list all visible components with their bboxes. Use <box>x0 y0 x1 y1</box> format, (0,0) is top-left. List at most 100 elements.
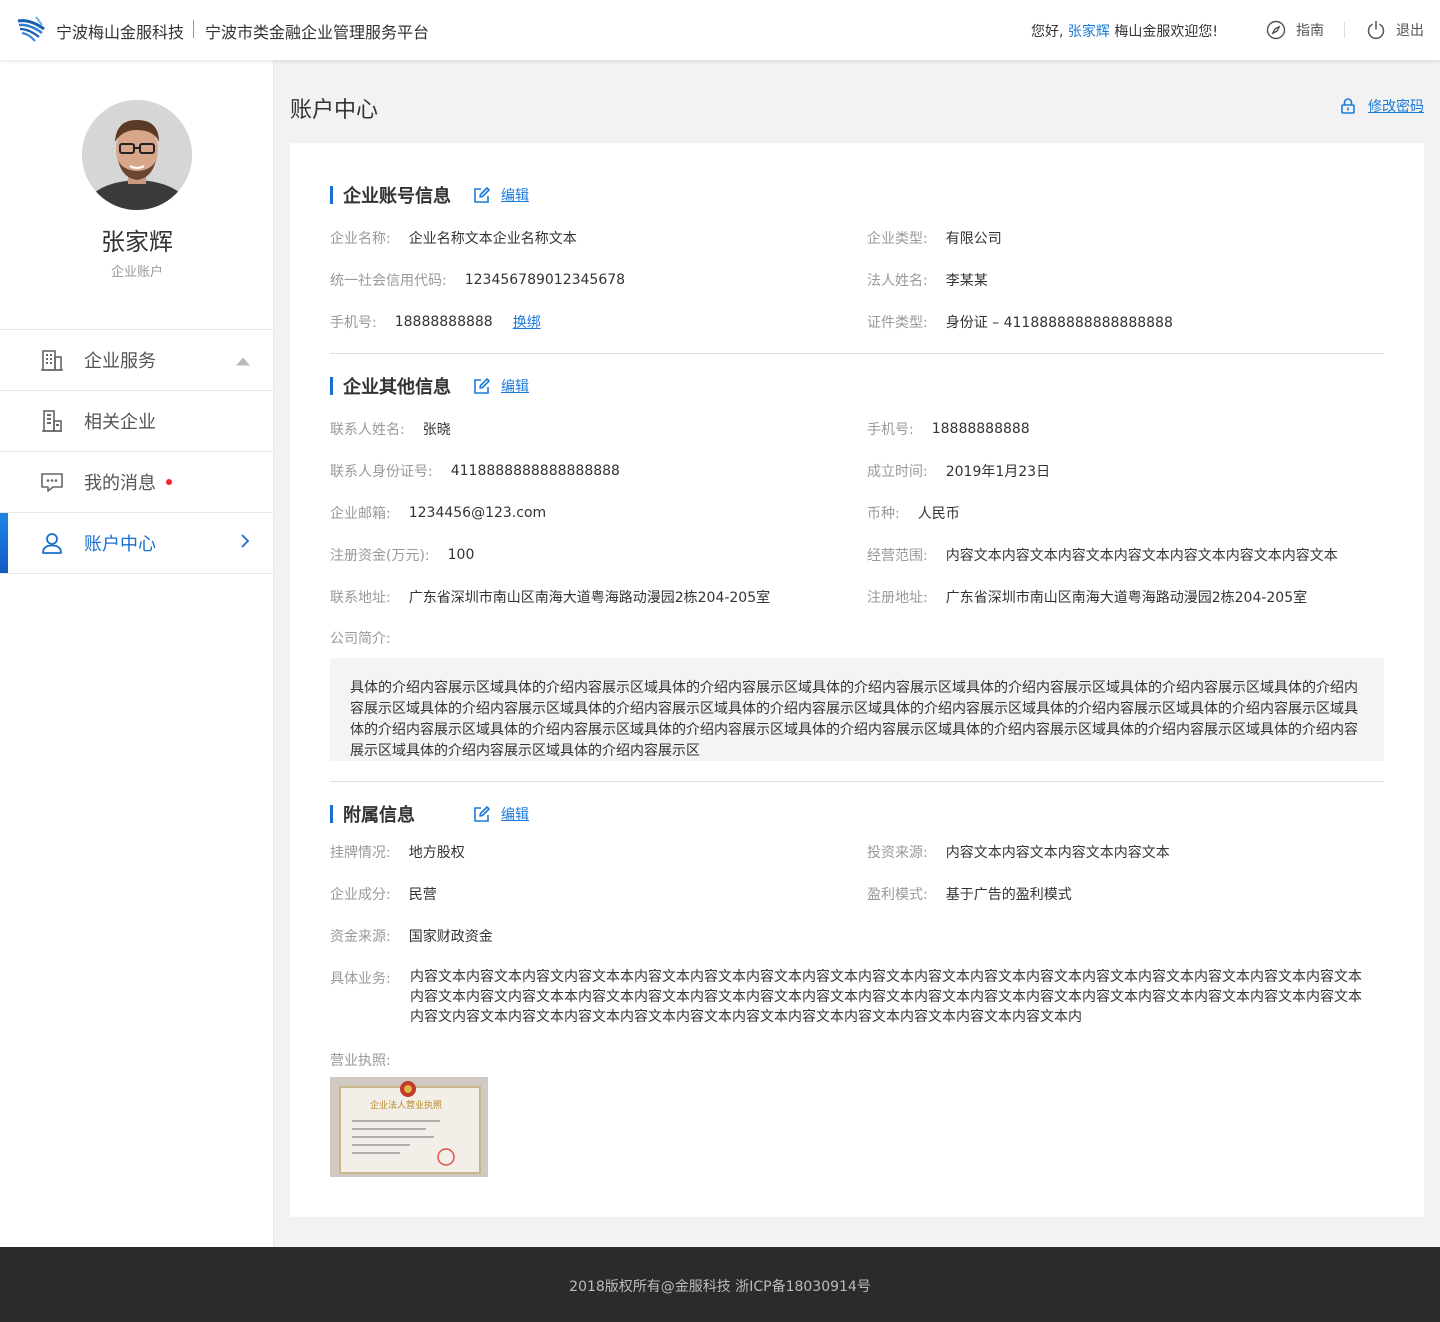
field-label: 企业邮箱: <box>330 506 391 522</box>
field-business-scope: 经营范围: 内容文本内容文本内容文本内容文本内容文本内容文本内容文本 <box>867 545 1338 565</box>
field-contact-address: 联系地址: 广东省深圳市南山区南海大道粤海路动漫园2栋204-205室 <box>330 587 770 607</box>
field-value: 内容文本内容文本内容文内容文本本内容文本内容文本内容文本内容文本内容文本内容文本… <box>410 969 1362 1025</box>
edit-account-info-button[interactable]: 编辑 <box>473 185 529 205</box>
rebind-phone-link[interactable]: 换绑 <box>513 312 541 332</box>
field-label: 联系人姓名: <box>330 422 405 438</box>
sidebar-nav: 企业服务 相关企业 我的消息 账户中心 <box>0 329 274 574</box>
field-value: 内容文本内容文本内容文本内容文本 <box>945 845 1170 861</box>
guide-button[interactable]: 指南 <box>1266 18 1324 42</box>
field-registered-address: 注册地址: 广东省深圳市南山区南海大道粤海路动漫园2栋204-205室 <box>867 587 1307 607</box>
caret-up-icon <box>236 351 250 370</box>
avatar[interactable] <box>82 100 192 210</box>
brand-name: 宁波梅山金服科技 <box>56 23 185 42</box>
change-password-link[interactable]: 修改密码 <box>1340 96 1424 116</box>
field-label: 经营范围: <box>867 548 928 564</box>
profile-account-type: 企业账户 <box>110 265 163 280</box>
field-label: 营业执照: <box>330 1053 391 1069</box>
footer-copyright: 2018版权所有@金服科技 浙ICP备18030914号 <box>569 1279 871 1295</box>
field-label: 成立时间: <box>867 464 928 480</box>
field-label: 公司简介: <box>330 631 391 647</box>
field-label: 币种: <box>867 506 900 522</box>
field-label: 企业类型: <box>867 231 928 247</box>
field-label: 证件类型: <box>867 315 928 331</box>
field-label: 统一社会信用代码: <box>330 273 447 289</box>
field-value: 地方股权 <box>408 845 465 861</box>
field-legal-person: 法人姓名: 李某某 <box>867 270 988 290</box>
section-marker <box>330 377 333 395</box>
section-divider <box>330 353 1384 354</box>
edit-label: 编辑 <box>501 188 529 204</box>
account-card: 企业账号信息 编辑 企业名称: 企业名称文本企业名称文本 企业类型: 有限公司 … <box>290 143 1424 1217</box>
field-value: 2019年1月23日 <box>945 464 1051 480</box>
field-value: 123456789012345678 <box>464 272 626 288</box>
greeting-prefix: 您好, <box>1031 24 1064 40</box>
section-attached-info: 附属信息 编辑 <box>330 804 529 826</box>
logout-button[interactable]: 退出 <box>1366 18 1424 42</box>
field-label: 挂牌情况: <box>330 845 391 861</box>
field-label: 联系人身份证号: <box>330 464 433 480</box>
field-value: 4118888888888888888 <box>450 463 620 479</box>
greeting-suffix: 梅山金服欢迎您! <box>1114 24 1218 40</box>
edit-attached-info-button[interactable]: 编辑 <box>473 804 529 824</box>
field-label: 注册地址: <box>867 590 928 606</box>
section-account-info: 企业账号信息 编辑 <box>330 185 529 207</box>
user-icon <box>40 531 64 555</box>
section-marker <box>330 186 333 204</box>
business-license-thumbnail[interactable]: 企业法人营业执照 <box>330 1077 488 1177</box>
field-value: 国家财政资金 <box>408 929 493 945</box>
section-marker <box>330 805 333 823</box>
top-header: 宁波梅山金服科技 宁波市类金融企业管理服务平台 您好, 张家辉 梅山金服欢迎您!… <box>0 0 1440 60</box>
field-label: 手机号: <box>330 315 377 331</box>
field-listing: 挂牌情况: 地方股权 <box>330 842 465 862</box>
field-value: 18888888888 <box>394 314 493 330</box>
field-id-type: 证件类型: 身份证 – 4118888888888888888 <box>867 312 1173 332</box>
field-ownership: 企业成分: 民营 <box>330 884 437 904</box>
field-value: 张晓 <box>422 422 451 438</box>
field-value: 1234456@123.com <box>408 505 547 521</box>
section-title: 企业账号信息 <box>343 186 451 207</box>
logout-label: 退出 <box>1396 23 1424 39</box>
field-value: 民营 <box>408 887 437 903</box>
sidebar-item-label: 企业服务 <box>84 351 156 372</box>
field-value: 100 <box>447 547 475 563</box>
field-value: 基于广告的盈利模式 <box>945 887 1072 903</box>
greeting: 您好, 张家辉 梅山金服欢迎您! <box>1031 21 1218 41</box>
field-contact-phone: 手机号: 18888888888 <box>867 419 1030 439</box>
profile-name: 张家辉 <box>101 228 173 256</box>
chevron-right-icon <box>240 533 250 553</box>
sidebar-item-label: 账户中心 <box>84 534 156 555</box>
field-label: 手机号: <box>867 422 914 438</box>
sidebar-item-related-companies[interactable]: 相关企业 <box>0 391 274 452</box>
field-contact-name: 联系人姓名: 张晓 <box>330 419 451 439</box>
field-credit-code: 统一社会信用代码: 123456789012345678 <box>330 270 625 290</box>
field-value: 李某某 <box>945 273 988 289</box>
field-label: 盈利模式: <box>867 887 928 903</box>
brand-divider <box>193 20 194 38</box>
field-fund-source: 资金来源: 国家财政资金 <box>330 926 493 946</box>
page-title: 账户中心 <box>290 98 379 123</box>
company-intro-text: 具体的介绍内容展示区域具体的介绍内容展示区域具体的介绍内容展示区域具体的介绍内容… <box>330 658 1384 761</box>
sidebar-item-enterprise-service[interactable]: 企业服务 <box>0 330 274 391</box>
field-label: 投资来源: <box>867 845 928 861</box>
field-company-intro: 公司简介: <box>330 628 409 648</box>
edit-icon <box>474 806 490 822</box>
field-business-license: 营业执照: <box>330 1050 409 1070</box>
section-title: 附属信息 <box>343 805 415 826</box>
edit-label: 编辑 <box>501 807 529 823</box>
edit-icon <box>474 187 490 203</box>
sidebar-item-my-messages[interactable]: 我的消息 <box>0 452 274 513</box>
field-value: 广东省深圳市南山区南海大道粤海路动漫园2栋204-205室 <box>408 590 771 606</box>
sidebar-item-account-center[interactable]: 账户中心 <box>0 513 274 574</box>
field-phone: 手机号: 18888888888 换绑 <box>330 312 541 332</box>
greeting-user-link[interactable]: 张家辉 <box>1068 24 1110 40</box>
edit-other-info-button[interactable]: 编辑 <box>473 376 529 396</box>
field-company-type: 企业类型: 有限公司 <box>867 228 1002 248</box>
license-document-image: 企业法人营业执照 <box>330 1077 488 1177</box>
section-title: 企业其他信息 <box>343 377 451 398</box>
sidebar-item-label: 相关企业 <box>84 412 156 433</box>
field-value: 身份证 – 4118888888888888888 <box>945 315 1173 331</box>
avatar-portrait <box>82 100 192 210</box>
field-investment-source: 投资来源: 内容文本内容文本内容文本内容文本 <box>867 842 1170 862</box>
sidebar: 张家辉 企业账户 企业服务 相关企业 我的消息 账户中心 <box>0 60 274 1247</box>
section-other-info: 企业其他信息 编辑 <box>330 376 529 398</box>
